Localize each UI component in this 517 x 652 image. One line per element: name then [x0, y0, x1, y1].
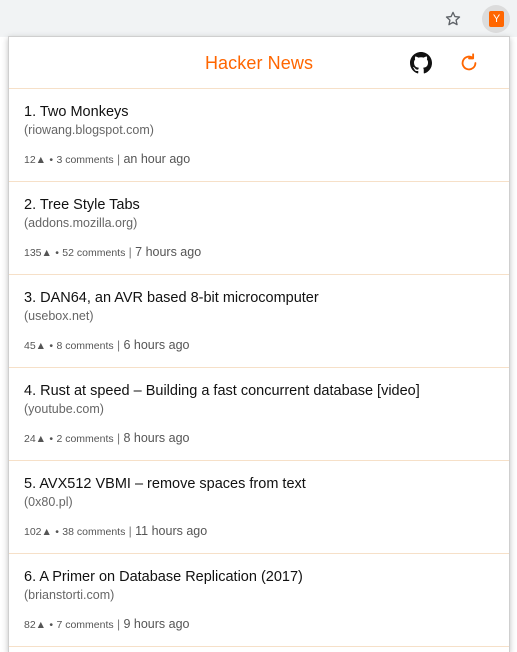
pipe-separator: | [116, 338, 121, 352]
story-domain: (0x80.pl) [24, 495, 73, 509]
bullet-separator: • [55, 247, 59, 259]
story-points: 82▲ [24, 619, 47, 631]
popup-header: Hacker News [9, 37, 509, 89]
story-title[interactable]: 4. Rust at speed – Building a fast concu… [24, 383, 420, 399]
story-time: 8 hours ago [123, 431, 190, 445]
story-meta: 82▲ • 7 comments | 9 hours ago [24, 617, 189, 631]
story-item[interactable]: 3. DAN64, an AVR based 8-bit microcomput… [9, 275, 509, 368]
story-meta: 45▲ • 8 comments | 6 hours ago [24, 338, 189, 352]
story-time: 11 hours ago [135, 524, 208, 538]
story-points: 102▲ [24, 526, 52, 538]
bullet-separator: • [49, 340, 54, 352]
story-title[interactable]: 1. Two Monkeys [24, 104, 129, 120]
story-domain: (youtube.com) [24, 402, 104, 416]
story-title[interactable]: 2. Tree Style Tabs [24, 197, 140, 213]
story-item[interactable]: 6. A Primer on Database Replication (201… [9, 554, 509, 647]
story-comments-link[interactable]: 2 comments [56, 433, 113, 445]
story-domain: (riowang.blogspot.com) [24, 123, 154, 137]
story-meta: 12▲ • 3 comments | an hour ago [24, 152, 190, 166]
story-list: 1. Two Monkeys (riowang.blogspot.com) 12… [9, 89, 509, 647]
bullet-separator: • [55, 526, 59, 538]
story-comments-link[interactable]: 38 comments [62, 526, 125, 538]
story-meta: 24▲ • 2 comments | 8 hours ago [24, 431, 189, 445]
pipe-separator: | [116, 152, 121, 166]
pipe-separator: | [116, 617, 121, 631]
browser-toolbar: Y [0, 0, 517, 37]
story-title[interactable]: 5. AVX512 VBMI – remove spaces from text [24, 476, 306, 492]
story-time: 6 hours ago [123, 338, 190, 352]
story-title[interactable]: 3. DAN64, an AVR based 8-bit microcomput… [24, 290, 319, 306]
pipe-separator: | [116, 431, 121, 445]
story-points: 24▲ [24, 433, 47, 445]
story-time: an hour ago [123, 152, 191, 166]
extension-popup: Hacker News 1. Two Monkeys (riowang.blog… [8, 36, 510, 652]
story-points: 12▲ [24, 154, 47, 166]
story-comments-link[interactable]: 3 comments [56, 154, 113, 166]
story-comments-link[interactable]: 52 comments [62, 247, 125, 259]
story-item[interactable]: 5. AVX512 VBMI – remove spaces from text… [9, 461, 509, 554]
story-time: 9 hours ago [123, 617, 190, 631]
hacker-news-extension-icon: Y [489, 11, 504, 27]
bullet-separator: • [49, 154, 54, 166]
popup-title: Hacker News [204, 53, 314, 73]
extension-button[interactable]: Y [482, 5, 510, 33]
story-points: 45▲ [24, 340, 47, 352]
story-time: 7 hours ago [135, 245, 202, 259]
story-item[interactable]: 4. Rust at speed – Building a fast concu… [9, 368, 509, 461]
story-domain: (usebox.net) [24, 309, 94, 323]
pipe-separator: | [128, 524, 132, 538]
story-points: 135▲ [24, 247, 52, 259]
bullet-separator: • [49, 619, 54, 631]
story-comments-link[interactable]: 8 comments [56, 340, 113, 352]
story-item[interactable]: 2. Tree Style Tabs (addons.mozilla.org) … [9, 182, 509, 275]
story-meta: 135▲ • 52 comments | 7 hours ago [24, 245, 201, 259]
story-domain: (addons.mozilla.org) [24, 216, 138, 230]
story-title[interactable]: 6. A Primer on Database Replication (201… [24, 569, 303, 585]
story-meta: 102▲ • 38 comments | 11 hours ago [24, 524, 207, 538]
story-domain: (brianstorti.com) [24, 588, 115, 602]
story-comments-link[interactable]: 7 comments [56, 619, 113, 631]
star-icon[interactable] [444, 10, 462, 28]
pipe-separator: | [128, 245, 132, 259]
bullet-separator: • [49, 433, 54, 445]
address-bar[interactable] [0, 4, 474, 34]
story-item[interactable]: 1. Two Monkeys (riowang.blogspot.com) 12… [9, 89, 509, 182]
refresh-icon[interactable] [458, 52, 480, 74]
github-icon[interactable] [410, 52, 432, 74]
